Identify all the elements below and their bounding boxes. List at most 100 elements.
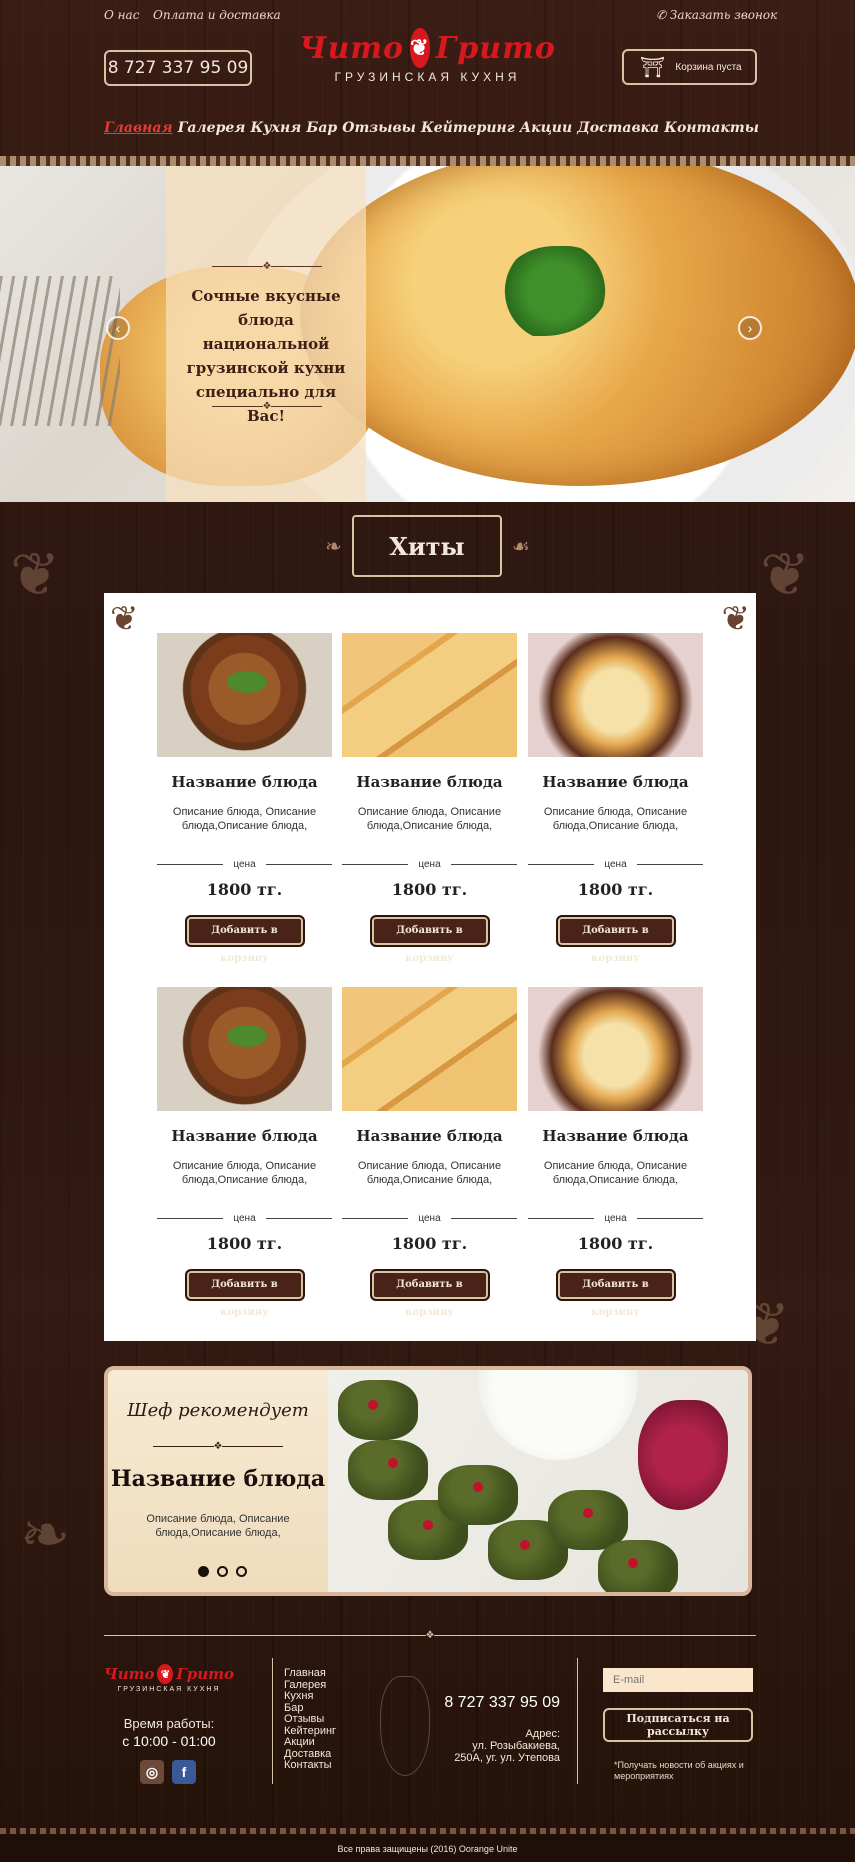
about-link[interactable]: О нас [104, 8, 139, 22]
sauce-bowl-image [478, 1370, 638, 1460]
header-phone[interactable]: 8 727 337 95 09 [104, 50, 252, 86]
product-card: Название блюда Описание блюда, Описание … [342, 987, 517, 1320]
cart-button[interactable]: ⛩ Корзина пуста [622, 49, 757, 85]
slider-dot[interactable] [236, 1566, 247, 1577]
hits-heading: ❧ Хиты ☙ [275, 515, 580, 577]
price-label-text: цена [233, 1213, 256, 1224]
chef-dish-name: Название блюда [110, 1466, 326, 1492]
hero-fork-image [0, 276, 120, 426]
price-label-text: цена [418, 859, 441, 870]
product-description: Описание блюда, Описание блюда,Описание … [357, 806, 502, 832]
cart-status: Корзина пуста [675, 61, 742, 73]
footer-menu-contacts[interactable]: Контакты [284, 1759, 336, 1772]
footer-divider [577, 1658, 578, 1784]
product-price-label: цена [528, 859, 703, 870]
payment-delivery-link[interactable]: Оплата и доставка [153, 8, 281, 22]
footer-logo-word-2: Грито [176, 1665, 234, 1683]
hero-prev-arrow[interactable]: ‹ [106, 316, 130, 340]
instagram-icon[interactable]: ◎ [140, 1760, 164, 1784]
facebook-icon[interactable]: f [172, 1760, 196, 1784]
email-field[interactable] [603, 1668, 753, 1692]
product-image[interactable] [342, 987, 517, 1111]
product-description: Описание блюда, Описание блюда,Описание … [172, 1160, 317, 1186]
nav-item-gallery[interactable]: Галерея [178, 120, 246, 142]
footer-logo-wordmark: Чито ❦ Грито [104, 1664, 234, 1684]
footer-menu-reviews[interactable]: Отзывы [284, 1713, 336, 1726]
subscribe-note: *Получать новости об акциях и мероприяти… [614, 1760, 744, 1781]
chef-recommends-slider: Шеф рекомендует ❖ Название блюда Описани… [104, 1366, 752, 1596]
product-image[interactable] [528, 633, 703, 757]
main-nav: Главная Галерея Кухня Бар Отзывы Кейтери… [104, 120, 759, 142]
subscribe-button[interactable]: Подписаться на рассылку [603, 1708, 753, 1742]
top-bar: О нас Оплата и доставка ✆ Заказать звоно… [0, 0, 855, 30]
hero-next-arrow[interactable]: › [738, 316, 762, 340]
chef-text-panel: Шеф рекомендует ❖ Название блюда Описани… [108, 1370, 328, 1592]
slider-dots [198, 1566, 247, 1577]
decor-vine-left-bottom: ❧ [20, 1500, 71, 1570]
add-to-cart-button[interactable]: Добавить в корзину [555, 915, 676, 964]
pomegranate-seed [628, 1558, 638, 1568]
dolma-image [348, 1440, 428, 1500]
add-to-cart-button[interactable]: Добавить в корзину [184, 1269, 305, 1318]
footer-menu: Главная Галерея Кухня Бар Отзывы Кейтери… [284, 1667, 336, 1772]
product-image[interactable] [528, 987, 703, 1111]
footer-phone[interactable]: 8 727 337 95 09 [436, 1694, 560, 1712]
nav-item-reviews[interactable]: Отзывы [342, 120, 416, 142]
add-to-cart-button[interactable]: Добавить в корзину [369, 915, 490, 964]
product-image[interactable] [157, 633, 332, 757]
product-price: 1800 тг. [577, 880, 654, 899]
logo-wordmark: Чито ❦ Грито [299, 28, 556, 68]
address-line-1: ул. Розыбакиева, [472, 1740, 560, 1752]
phone-handset-icon: ✆ [656, 8, 667, 22]
add-to-cart-button[interactable]: Добавить в корзину [369, 1269, 490, 1318]
hero-ornament-top: ❖ [212, 261, 322, 272]
footer-menu-promotions[interactable]: Акции [284, 1736, 336, 1749]
footer-menu-home[interactable]: Главная [284, 1667, 336, 1680]
product-card: Название блюда Описание блюда, Описание … [528, 987, 703, 1320]
hits-panel: ❦ ❦ Название блюда Описание блюда, Описа… [104, 593, 756, 1341]
hero-slider: ❖ Сочные вкусные блюда национальной груз… [0, 166, 855, 502]
product-price: 1800 тг. [206, 880, 283, 899]
address-line-2: 250А, уг. ул. Утепова [454, 1752, 560, 1764]
nav-item-catering[interactable]: Кейтеринг [421, 120, 515, 142]
add-to-cart-button[interactable]: Добавить в корзину [555, 1269, 676, 1318]
footer-logo[interactable]: Чито ❦ Грито ГРУЗИНСКАЯ КУХНЯ [104, 1664, 234, 1693]
product-name: Название блюда [171, 773, 318, 791]
product-price: 1800 тг. [206, 1234, 283, 1253]
footer-separator: ❖ [104, 1630, 756, 1641]
product-price-label: цена [157, 1213, 332, 1224]
footer-logo-emblem-icon: ❦ [157, 1664, 174, 1684]
nav-item-kitchen[interactable]: Кухня [251, 120, 302, 142]
site-logo[interactable]: Чито ❦ Грито ГРУЗИНСКАЯ КУХНЯ [299, 28, 556, 100]
product-name: Название блюда [356, 773, 503, 791]
cloche-icon: ⛩ [640, 56, 666, 79]
logo-word-2: Грито [435, 30, 556, 66]
footer-address: Адрес: ул. Розыбакиева, 250А, уг. ул. Ут… [430, 1728, 560, 1764]
product-name: Название блюда [542, 1127, 689, 1145]
pomegranate-seed [583, 1508, 593, 1518]
product-card: Название блюда Описание блюда, Описание … [157, 987, 332, 1320]
slider-dot[interactable] [198, 1566, 209, 1577]
nav-item-bar[interactable]: Бар [306, 120, 337, 142]
slider-dot[interactable] [217, 1566, 228, 1577]
opening-hours-label: Время работы: [123, 1716, 215, 1731]
product-image[interactable] [157, 987, 332, 1111]
logo-emblem-icon: ❦ [410, 28, 430, 68]
footer-logo-subtitle: ГРУЗИНСКАЯ КУХНЯ [117, 1686, 221, 1693]
product-image[interactable] [342, 633, 517, 757]
nav-item-home[interactable]: Главная [104, 120, 173, 142]
product-name: Название блюда [171, 1127, 318, 1145]
logo-subtitle: ГРУЗИНСКАЯ КУХНЯ [334, 70, 521, 84]
decor-wine-horn-image [380, 1676, 430, 1776]
product-price-label: цена [528, 1213, 703, 1224]
product-name: Название блюда [356, 1127, 503, 1145]
add-to-cart-button[interactable]: Добавить в корзину [184, 915, 305, 964]
price-label-text: цена [418, 1213, 441, 1224]
nav-item-delivery[interactable]: Доставка [577, 120, 659, 142]
nav-item-promotions[interactable]: Акции [520, 120, 572, 142]
copyright: Все права защищены (2016) Oorange Unite [337, 1844, 518, 1854]
nav-item-contacts[interactable]: Контакты [664, 120, 759, 142]
product-card: Название блюда Описание блюда, Описание … [528, 633, 703, 966]
callback-link[interactable]: ✆ Заказать звонок [656, 8, 777, 22]
footer-menu-kitchen[interactable]: Кухня [284, 1690, 336, 1703]
